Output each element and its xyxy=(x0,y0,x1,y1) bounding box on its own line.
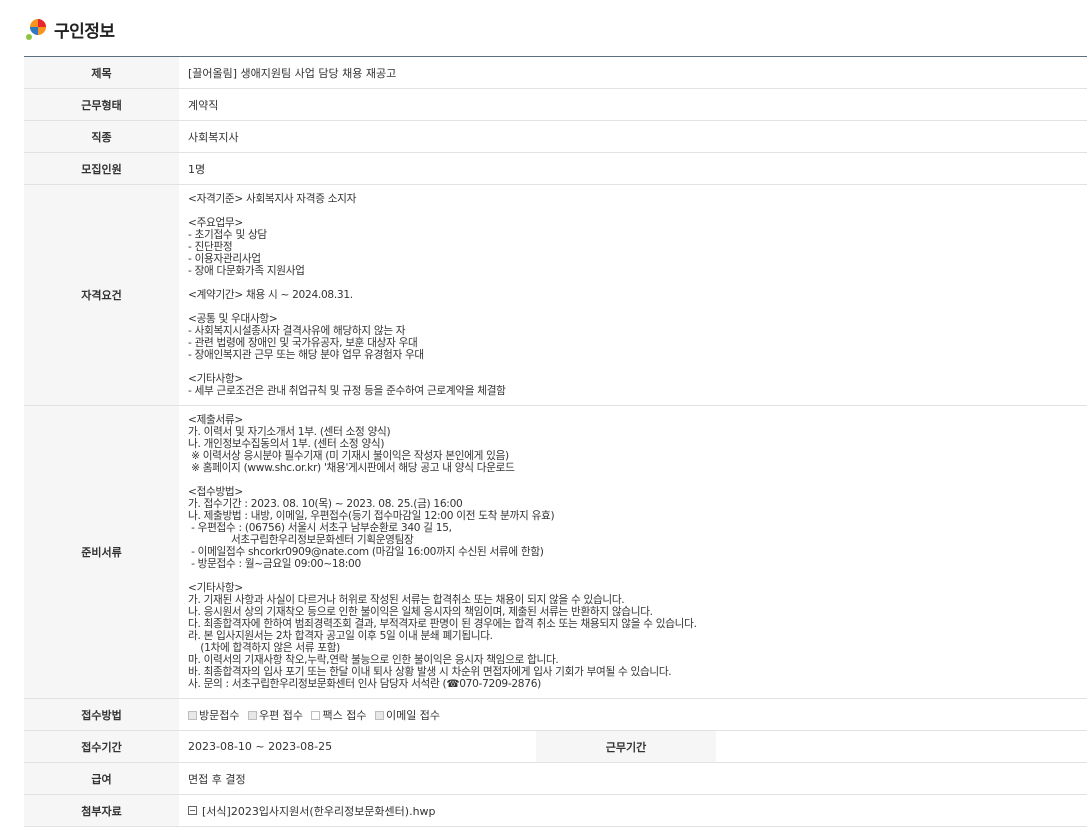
checkbox-icon xyxy=(374,710,384,720)
attachment-label: 첨부자료 xyxy=(24,794,179,827)
documents-cell: <제출서류> 가. 이력서 및 자기소개서 1부. (센터 소정 양식) 나. … xyxy=(179,405,1087,699)
row-apply-method: 접수방법 방문접수 우편 접수 팩스 접수 이메일 접수 xyxy=(24,698,1087,731)
row-salary: 급여 면접 후 결정 xyxy=(24,762,1087,795)
work-period-label: 근무기간 xyxy=(536,730,716,763)
work-type-label: 근무형태 xyxy=(24,88,179,121)
period-value: 2023-08-10 ~ 2023-08-25 xyxy=(179,730,536,763)
salary-label: 급여 xyxy=(24,762,179,795)
period-label: 접수기간 xyxy=(24,730,179,763)
title-value: [끌어올림] 생애지원팀 사업 담당 채용 재공고 xyxy=(179,56,1087,89)
title-label: 제목 xyxy=(24,56,179,89)
option-visit: 방문접수 xyxy=(188,707,239,723)
job-type-label: 직종 xyxy=(24,120,179,153)
checkbox-icon xyxy=(188,710,197,720)
page-title: 구인정보 xyxy=(54,21,115,42)
option-visit-label: 방문접수 xyxy=(199,708,240,722)
checkbox-icon xyxy=(247,710,257,720)
row-qualification: 자격요건 <자격기준> 사회복지사 자격증 소지자 <주요업무> - 초기접수 … xyxy=(24,184,1087,406)
qualification-label: 자격요건 xyxy=(24,184,179,406)
row-headcount: 모집인원 1명 xyxy=(24,152,1087,185)
logo-icon xyxy=(26,19,46,40)
headcount-label: 모집인원 xyxy=(24,152,179,185)
row-period: 접수기간 2023-08-10 ~ 2023-08-25 근무기간 xyxy=(24,730,1087,763)
apply-method-options: 방문접수 우편 접수 팩스 접수 이메일 접수 xyxy=(179,698,1087,731)
attachment-cell: [서식]2023입사지원서(한우리정보문화센터).hwp xyxy=(179,794,1087,827)
row-documents: 준비서류 <제출서류> 가. 이력서 및 자기소개서 1부. (센터 소정 양식… xyxy=(24,405,1087,699)
apply-method-label: 접수방법 xyxy=(24,698,179,731)
qualification-value: <자격기준> 사회복지사 자격증 소지자 <주요업무> - 초기접수 및 상담 … xyxy=(188,193,506,397)
headcount-value: 1명 xyxy=(179,152,1087,185)
checkbox-icon xyxy=(311,710,321,720)
page-header: 구인정보 xyxy=(24,14,115,44)
job-info-table: 제목 [끌어올림] 생애지원팀 사업 담당 채용 재공고 근무형태 계약직 직종… xyxy=(24,56,1087,827)
attachment-link[interactable]: [서식]2023입사지원서(한우리정보문화센터).hwp xyxy=(202,805,436,818)
qualification-cell: <자격기준> 사회복지사 자격증 소지자 <주요업무> - 초기접수 및 상담 … xyxy=(179,184,1087,406)
work-type-value: 계약직 xyxy=(179,88,1087,121)
option-fax: 팩스 접수 xyxy=(311,707,366,723)
documents-label: 준비서류 xyxy=(24,405,179,699)
work-period-value xyxy=(716,730,1087,763)
option-email: 이메일 접수 xyxy=(374,707,441,723)
job-type-value: 사회복지사 xyxy=(179,120,1087,153)
option-fax-label: 팩스 접수 xyxy=(322,708,367,722)
option-mail: 우편 접수 xyxy=(247,707,303,723)
option-mail-label: 우편 접수 xyxy=(258,708,303,722)
documents-value: <제출서류> 가. 이력서 및 자기소개서 1부. (센터 소정 양식) 나. … xyxy=(188,414,697,690)
row-title: 제목 [끌어올림] 생애지원팀 사업 담당 채용 재공고 xyxy=(24,56,1087,89)
row-job-type: 직종 사회복지사 xyxy=(24,120,1087,153)
option-email-label: 이메일 접수 xyxy=(385,708,441,722)
row-work-type: 근무형태 계약직 xyxy=(24,88,1087,121)
row-attachment: 첨부자료 [서식]2023입사지원서(한우리정보문화센터).hwp xyxy=(24,794,1087,827)
salary-value: 면접 후 결정 xyxy=(179,762,1087,795)
file-icon xyxy=(188,805,197,815)
